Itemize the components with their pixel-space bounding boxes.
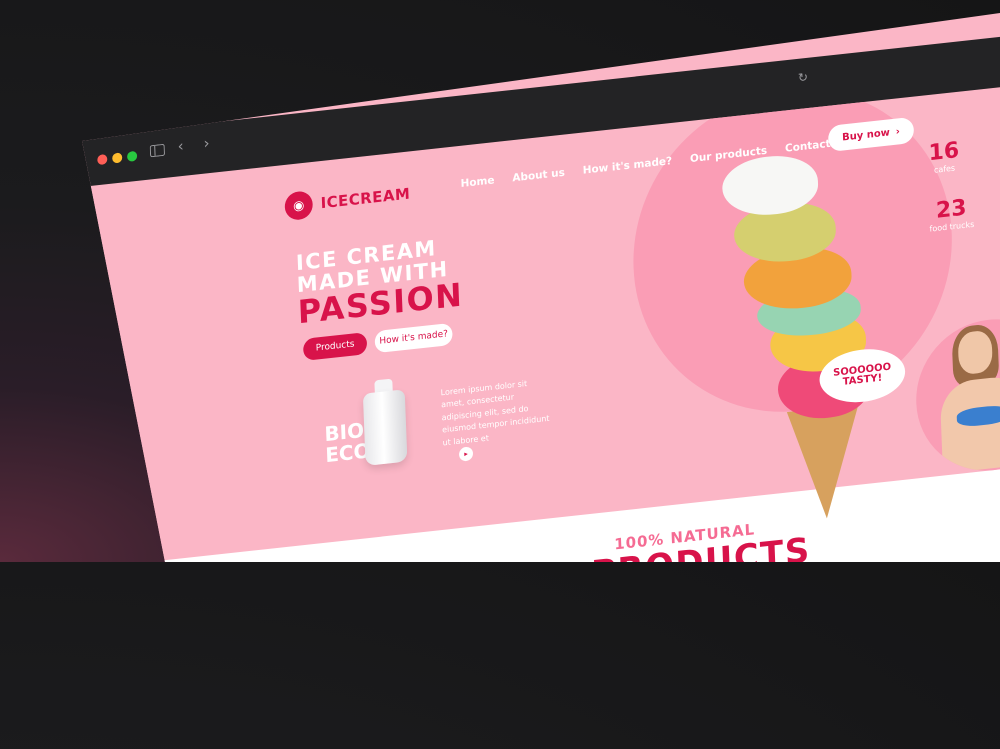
- milk-bottle-image: [363, 389, 408, 466]
- refresh-icon[interactable]: ↻: [798, 70, 809, 85]
- stat-cafes: 16 cafes: [928, 138, 960, 175]
- description-text: Lorem ipsum dolor sit amet, consectetur …: [441, 375, 553, 449]
- nav-home[interactable]: Home: [460, 174, 494, 190]
- minimize-window-button[interactable]: [112, 152, 122, 163]
- chevron-right-icon[interactable]: ›: [203, 134, 210, 153]
- stat-cafes-number: 16: [928, 138, 959, 166]
- girl-photo: [913, 312, 1000, 478]
- chevron-right-icon: ›: [896, 126, 901, 137]
- stat-cafes-label: cafes: [929, 163, 960, 175]
- products-section-background: [86, 454, 1000, 749]
- products-button[interactable]: Products: [303, 332, 367, 361]
- chevron-left-icon[interactable]: ‹: [177, 137, 184, 156]
- maximize-window-button[interactable]: [127, 151, 137, 162]
- waffle-cone: [787, 404, 863, 522]
- browser-content: ‹ › ↻ ◉ ICECREAM Home About us How it's …: [70, 38, 1000, 711]
- brand-logo[interactable]: ◉ ICECREAM: [284, 179, 411, 221]
- brand-name: ICECREAM: [320, 184, 410, 212]
- hero-heading: ICE CREAM MADE WITH PASSION: [296, 234, 464, 330]
- how-its-made-button[interactable]: How it's made?: [374, 323, 452, 353]
- play-icon[interactable]: ▸: [459, 446, 473, 462]
- close-window-button[interactable]: [97, 154, 107, 165]
- ice-cream-logo-icon: ◉: [284, 190, 313, 221]
- webpage: ◉ ICECREAM Home About us How it's made? …: [71, 74, 1000, 749]
- nav-about-us[interactable]: About us: [512, 167, 565, 185]
- sidebar-icon[interactable]: [150, 142, 166, 162]
- browser-window: ‹ › ↻ ◉ ICECREAM Home About us How it's …: [0, 0, 1000, 562]
- buy-now-label: Buy now: [842, 127, 890, 143]
- stat-food-trucks: 23 food trucks: [928, 195, 974, 234]
